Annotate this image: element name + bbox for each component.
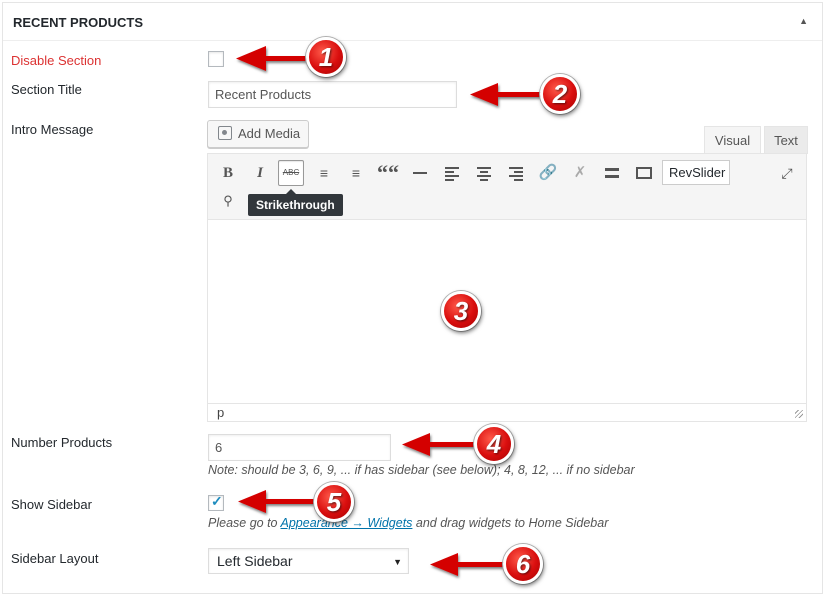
annotation-badge-5: 5 <box>314 482 354 522</box>
horizontal-rule-icon[interactable] <box>407 160 433 186</box>
numbered-list-icon[interactable]: ≡ <box>343 160 369 186</box>
add-media-button[interactable]: Add Media <box>207 120 309 148</box>
panel-header[interactable]: RECENT PRODUCTS ▲ <box>3 3 822 41</box>
toolbar-toggle-icon[interactable] <box>631 160 657 186</box>
section-title-input[interactable] <box>208 81 457 108</box>
sidebar-layout-value: Left Sidebar <box>217 553 293 569</box>
dropdown-arrow-icon: ▼ <box>393 557 402 567</box>
rich-text-editor: B I ABC ≡ ≡ ““ 🔗 ✗ RevSlider ⤢ ⚲ Striket… <box>207 153 807 422</box>
unlink-icon[interactable]: ✗ <box>567 160 593 186</box>
align-right-icon[interactable] <box>503 160 529 186</box>
panel-title: RECENT PRODUCTS <box>13 15 144 30</box>
sidebar-layout-select[interactable]: Left Sidebar ▼ <box>208 548 409 574</box>
collapse-toggle-icon[interactable]: ▲ <box>799 16 808 26</box>
editor-path-bar: p <box>208 403 806 421</box>
annotation-badge-3: 3 <box>441 291 481 331</box>
fullscreen-icon[interactable]: ⤢ <box>774 160 800 186</box>
show-sidebar-note: Please go to Appearance → Widgets and dr… <box>208 516 608 530</box>
number-products-note: Note: should be 3, 6, 9, ... if has side… <box>208 463 635 477</box>
number-products-label: Number Products <box>11 435 113 450</box>
annotation-badge-4: 4 <box>474 424 514 464</box>
align-center-icon[interactable] <box>471 160 497 186</box>
annotation-badge-1: 1 <box>306 37 346 77</box>
revslider-label: RevSlider <box>669 165 726 180</box>
show-sidebar-label: Show Sidebar <box>11 497 92 512</box>
intro-message-label: Intro Message <box>11 122 94 137</box>
strikethrough-button[interactable]: ABC <box>278 160 304 186</box>
note-suffix: and drag widgets to Home Sidebar <box>412 516 609 530</box>
annotation-badge-2: 2 <box>540 74 580 114</box>
section-title-label: Section Title <box>11 82 82 97</box>
bullet-list-icon[interactable]: ≡ <box>311 160 337 186</box>
disable-section-checkbox[interactable] <box>208 51 224 67</box>
note-prefix: Please go to <box>208 516 281 530</box>
revslider-button[interactable]: RevSlider <box>662 160 730 185</box>
appearance-widgets-link[interactable]: Appearance → Widgets <box>281 516 413 530</box>
number-products-input[interactable] <box>208 434 391 461</box>
sidebar-layout-label: Sidebar Layout <box>11 551 99 566</box>
disable-section-label: Disable Section <box>11 53 102 68</box>
add-media-label: Add Media <box>238 126 301 141</box>
checkmark-icon: ✓ <box>211 493 223 509</box>
link-icon[interactable]: 🔗 <box>535 160 561 186</box>
path-text: p <box>217 405 225 420</box>
editor-toolbar: B I ABC ≡ ≡ ““ 🔗 ✗ RevSlider ⤢ ⚲ Striket… <box>208 154 806 220</box>
resize-handle-icon[interactable] <box>795 410 803 418</box>
strikethrough-tooltip: Strikethrough <box>248 189 343 216</box>
read-more-icon[interactable] <box>599 160 625 186</box>
tab-visual[interactable]: Visual <box>704 126 761 154</box>
media-icon <box>218 126 232 140</box>
italic-button[interactable]: I <box>247 160 273 186</box>
cart-icon[interactable]: ⚲ <box>215 188 241 214</box>
align-left-icon[interactable] <box>439 160 465 186</box>
blockquote-button[interactable]: ““ <box>375 160 401 186</box>
tab-text[interactable]: Text <box>764 126 808 154</box>
annotation-badge-6: 6 <box>503 544 543 584</box>
bold-button[interactable]: B <box>215 160 241 186</box>
editor-content-area[interactable] <box>208 220 806 403</box>
show-sidebar-checkbox[interactable]: ✓ <box>208 493 224 511</box>
